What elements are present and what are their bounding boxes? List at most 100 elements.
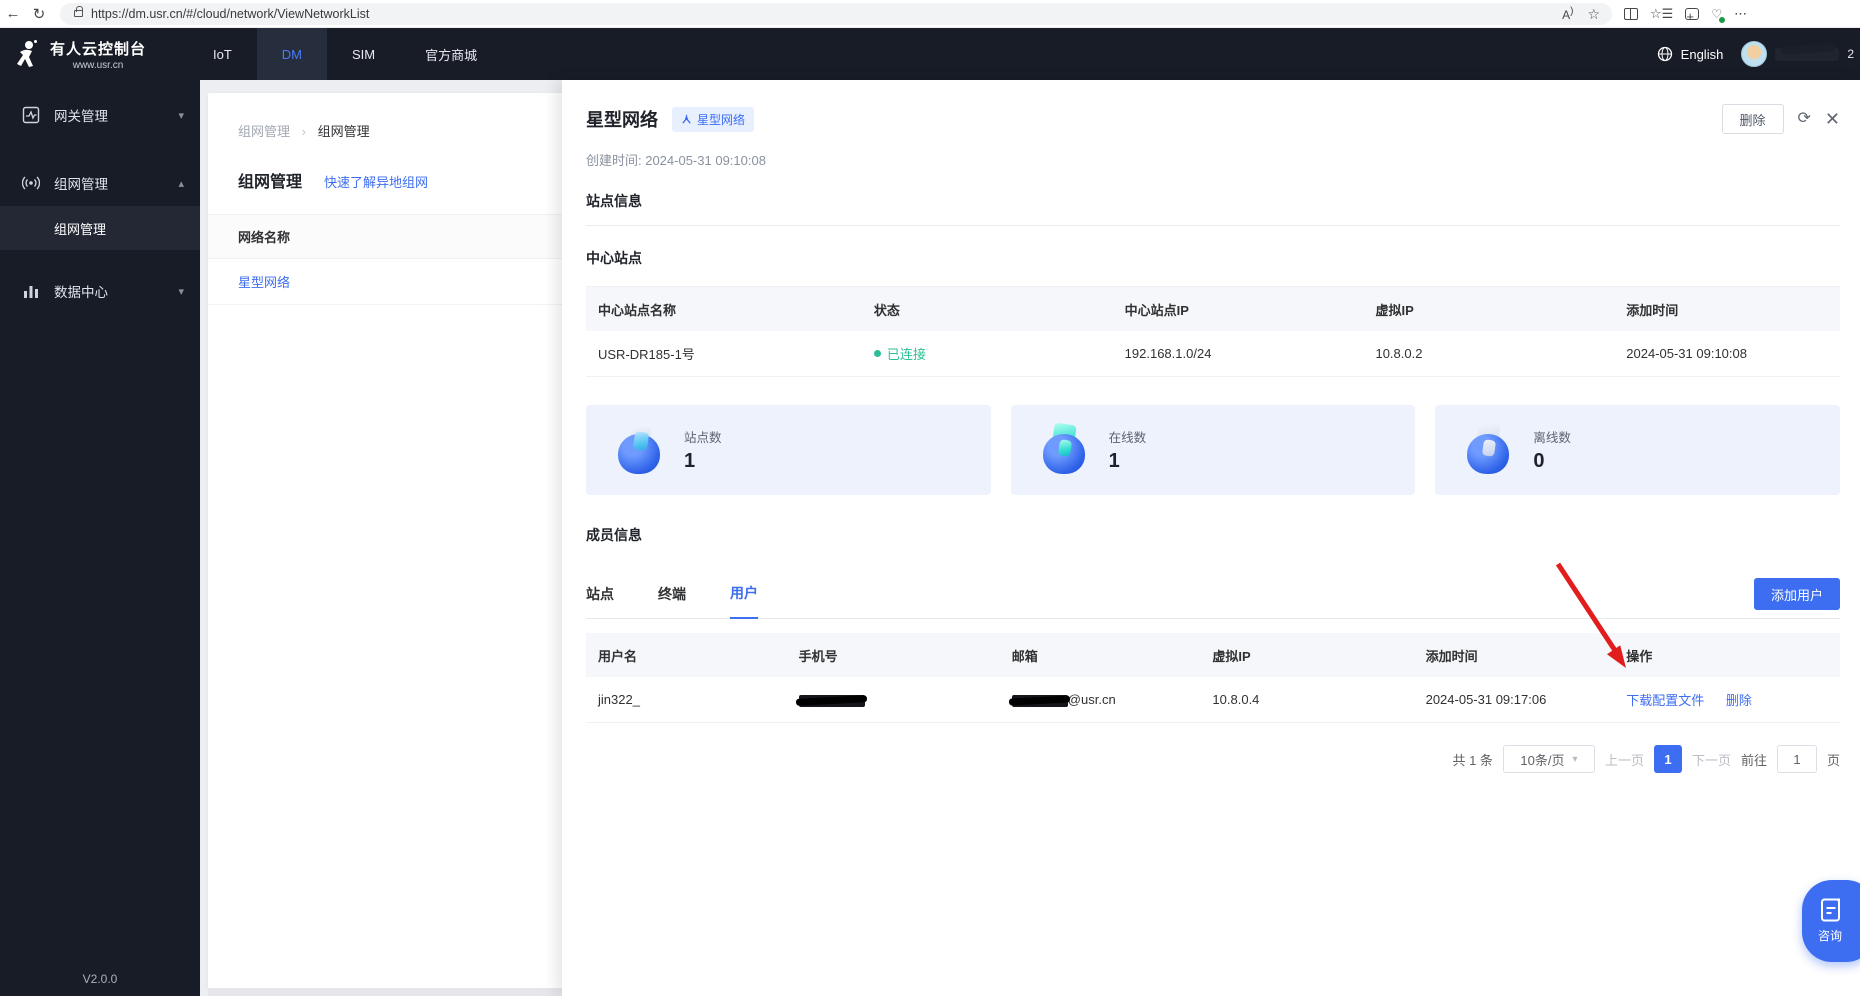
- online-count-icon: [1039, 422, 1091, 476]
- consult-label: 咨询: [1818, 929, 1843, 943]
- screen: ← ↻ https://dm.usr.cn/#/cloud/network/Vi…: [0, 0, 1860, 996]
- browser-back-icon[interactable]: ←: [0, 3, 26, 25]
- stat-value: 1: [684, 450, 696, 472]
- address-bar[interactable]: https://dm.usr.cn/#/cloud/network/ViewNe…: [60, 2, 1612, 25]
- stat-card-sites: 站点数 1: [586, 405, 991, 495]
- sidebar-item-label: 组网管理: [54, 177, 108, 192]
- network-list-panel: 组网管理 › 组网管理 组网管理 快速了解异地组网 网络名称 星型网络: [200, 80, 562, 996]
- center-site-ip: 192.168.1.0/24: [1124, 346, 1212, 361]
- site-lock-icon[interactable]: [74, 6, 83, 17]
- delete-user-link[interactable]: 删除: [1726, 693, 1752, 708]
- col-center-name: 中心站点名称: [598, 302, 677, 318]
- globe-icon[interactable]: [1657, 46, 1673, 62]
- col-added-time: 添加时间: [1425, 648, 1478, 664]
- language-switch[interactable]: English: [1681, 47, 1724, 62]
- stat-value: 0: [1533, 450, 1545, 472]
- browser-refresh-icon[interactable]: ↻: [26, 3, 52, 25]
- chevron-down-icon: ▾: [1572, 753, 1578, 765]
- close-icon[interactable]: ✕: [1825, 110, 1840, 128]
- breadcrumb-parent[interactable]: 组网管理: [238, 124, 290, 139]
- user-table-header: 用户名 手机号 邮箱 虚拟IP 添加时间 操作: [586, 633, 1840, 677]
- bookmark-star-icon[interactable]: ☆: [1587, 7, 1600, 21]
- page-size-select[interactable]: 10条/页 ▾: [1502, 745, 1595, 773]
- delete-network-button[interactable]: 删除: [1721, 104, 1784, 134]
- split-screen-icon[interactable]: [1624, 7, 1638, 20]
- refresh-icon[interactable]: ⟳: [1798, 111, 1811, 127]
- breadcrumb-current: 组网管理: [317, 124, 370, 139]
- download-config-link[interactable]: 下载配置文件: [1626, 693, 1704, 708]
- col-virtual-ip: 虚拟IP: [1375, 302, 1414, 318]
- stat-label: 站点数: [684, 431, 722, 445]
- chevron-down-icon: ▾: [178, 285, 184, 298]
- redacted-phone: [798, 694, 865, 707]
- stat-card-offline: 离线数 0: [1435, 405, 1841, 495]
- username-suffix: 2: [1847, 47, 1854, 61]
- browser-essentials-icon[interactable]: ♡: [1711, 7, 1726, 23]
- usr-logo-icon: [17, 40, 37, 67]
- avatar[interactable]: [1741, 41, 1768, 67]
- center-site-name: USR-DR185-1号: [598, 347, 695, 362]
- col-phone: 手机号: [798, 648, 838, 664]
- goto-page-input[interactable]: [1776, 745, 1817, 773]
- center-virtual-ip: 10.8.0.2: [1375, 346, 1423, 361]
- breadcrumb: 组网管理 › 组网管理: [238, 121, 562, 140]
- user-name: jin322_: [598, 692, 640, 707]
- sidebar-item-networking[interactable]: 组网管理 ▴: [0, 160, 200, 206]
- user-table: 用户名 手机号 邮箱 虚拟IP 添加时间 操作 jin322_ @usr.cn …: [586, 633, 1840, 723]
- sidebar-subitem-networking[interactable]: 组网管理: [0, 206, 200, 250]
- user-virtual-ip: 10.8.0.4: [1212, 692, 1260, 707]
- consult-float-button[interactable]: 咨询: [1802, 880, 1860, 962]
- col-username: 用户名: [598, 648, 638, 664]
- goto-label: 前往: [1740, 752, 1767, 768]
- col-virtual-ip: 虚拟IP: [1212, 648, 1251, 664]
- browser-bar: ← ↻ https://dm.usr.cn/#/cloud/network/Vi…: [0, 0, 1860, 28]
- status-text: 已连接: [886, 347, 926, 362]
- tab-terminals[interactable]: 终端: [658, 584, 686, 618]
- page-title: 组网管理: [238, 174, 303, 191]
- prev-page-button[interactable]: 上一页: [1605, 750, 1644, 769]
- breadcrumb-separator-icon: ›: [301, 124, 306, 139]
- redacted-username[interactable]: [1775, 47, 1840, 61]
- tab-users[interactable]: 用户: [730, 583, 758, 619]
- star-network-icon: [682, 114, 691, 124]
- gateway-icon: [22, 106, 40, 124]
- user-row: jin322_ @usr.cn 10.8.0.4 2024-05-31 09:1…: [586, 677, 1840, 723]
- center-site-row: USR-DR185-1号 已连接 192.168.1.0/24 10.8.0.2…: [586, 331, 1840, 377]
- page-number-1[interactable]: 1: [1653, 745, 1682, 773]
- logo[interactable]: 有人云控制台 www.usr.cn: [0, 38, 188, 71]
- chevron-up-icon: ▴: [178, 177, 184, 190]
- sidebar-item-gateway[interactable]: 网关管理 ▾: [0, 92, 200, 138]
- network-list-row[interactable]: 星型网络: [208, 259, 562, 305]
- app-header: 有人云控制台 www.usr.cn IoT DM SIM 官方商城 Englis…: [0, 28, 1860, 80]
- pagination-total: 共 1 条: [1452, 752, 1493, 768]
- favorites-icon[interactable]: ☆☰: [1650, 6, 1673, 22]
- browser-toolbar: ☆☰ + ♡ ⋯: [1624, 6, 1747, 24]
- network-list-header: 网络名称: [208, 215, 562, 259]
- network-name-link[interactable]: 星型网络: [238, 272, 290, 291]
- horizontal-scrollbar[interactable]: [208, 988, 562, 996]
- collections-icon[interactable]: +: [1685, 7, 1700, 24]
- created-time: 创建时间: 2024-05-31 09:10:08: [586, 153, 766, 168]
- sidebar-item-label: 网关管理: [54, 109, 108, 124]
- top-nav: IoT DM SIM 官方商城: [188, 28, 502, 80]
- nav-tab-sim[interactable]: SIM: [327, 28, 400, 80]
- url-text[interactable]: https://dm.usr.cn/#/cloud/network/ViewNe…: [91, 7, 1562, 21]
- nav-tab-mall[interactable]: 官方商城: [400, 28, 502, 80]
- section-member-info: 成员信息: [586, 527, 642, 543]
- browser-menu-icon[interactable]: ⋯: [1734, 6, 1747, 22]
- add-user-button[interactable]: 添加用户: [1754, 578, 1840, 610]
- nav-tab-iot[interactable]: IoT: [188, 28, 257, 80]
- app-title: 有人云控制台: [50, 40, 147, 58]
- col-email: 邮箱: [1011, 648, 1038, 664]
- next-page-button[interactable]: 下一页: [1692, 750, 1731, 769]
- nav-tab-dm[interactable]: DM: [256, 28, 328, 80]
- sidebar-item-datacenter[interactable]: 数据中心 ▾: [0, 268, 200, 314]
- sidebar: 网关管理 ▾ 组网管理 ▴ 组网管理 数据中心 ▾ V2.0.0: [0, 80, 200, 996]
- email-suffix: @usr.cn: [1067, 692, 1116, 707]
- divider: [586, 225, 1840, 226]
- tab-sites[interactable]: 站点: [586, 584, 614, 618]
- section-center-site: 中心站点: [586, 250, 642, 266]
- read-aloud-icon[interactable]: A): [1562, 6, 1573, 22]
- help-link[interactable]: 快速了解异地组网: [324, 172, 428, 191]
- page-unit: 页: [1826, 752, 1840, 768]
